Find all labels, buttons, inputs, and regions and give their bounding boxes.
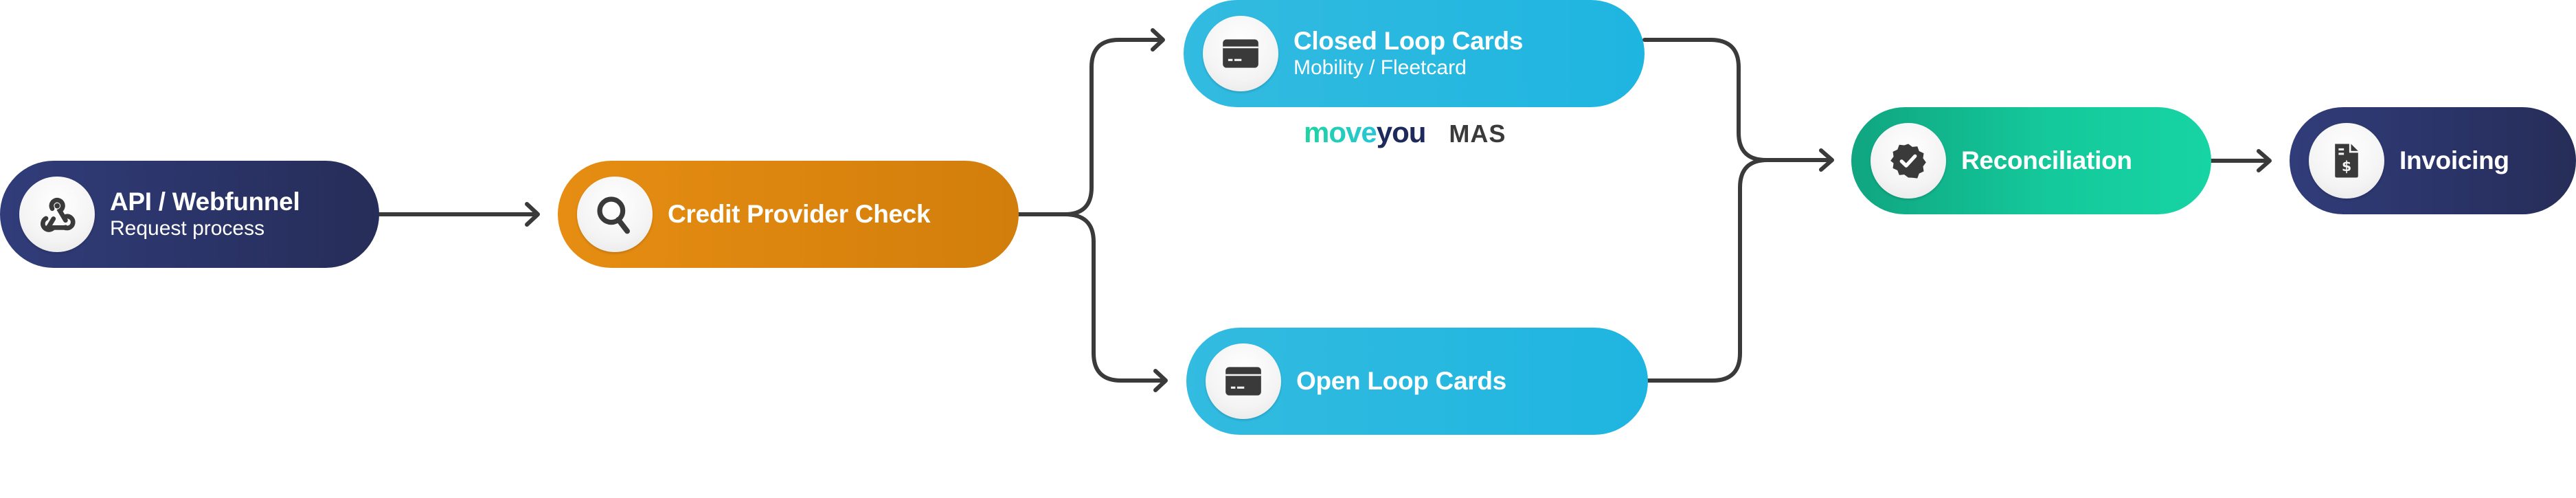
icon-badge <box>1203 16 1278 91</box>
node-subtitle: Request process <box>110 217 265 240</box>
moveyou-logo: moveyou <box>1304 116 1427 148</box>
node-title: API / Webfunnel <box>110 188 300 216</box>
node-title: Closed Loop Cards <box>1293 27 1524 55</box>
node-title: Reconciliation <box>1961 146 2132 174</box>
moveyou-logo-part1: move <box>1304 116 1377 148</box>
edge-credit-to-closed <box>1017 38 1164 216</box>
partner-logos: moveyou MAS <box>1304 117 1506 150</box>
icon-badge <box>577 177 653 252</box>
icon-badge <box>1871 123 1946 199</box>
invoice-dollar-icon: $ <box>2335 144 2358 178</box>
node-open-loop-cards[interactable]: Open Loop Cards <box>1186 328 1648 435</box>
icon-badge <box>19 177 95 252</box>
edge-credit-to-open <box>1063 212 1167 383</box>
search-icon <box>597 196 630 234</box>
verified-badge-icon <box>1890 144 1926 179</box>
node-reconciliation[interactable]: Reconciliation <box>1851 107 2211 214</box>
webhook-icon <box>41 198 76 232</box>
mas-logo: MAS <box>1449 120 1506 148</box>
edge-open-to-recon <box>1646 158 1770 383</box>
credit-card-icon <box>1225 367 1261 396</box>
edge-closed-to-recon <box>1642 38 1833 162</box>
node-credit-provider-check[interactable]: Credit Provider Check <box>558 161 1019 268</box>
node-title: Open Loop Cards <box>1296 367 1506 395</box>
icon-badge <box>1206 343 1281 419</box>
moveyou-logo-part2: you <box>1376 116 1427 148</box>
node-closed-loop-cards[interactable]: Closed Loop Cards Mobility / Fleetcard <box>1184 0 1645 107</box>
node-api-webfunnel[interactable]: API / Webfunnel Request process <box>0 161 379 268</box>
node-invoicing[interactable]: $ Invoicing <box>2290 107 2576 214</box>
credit-card-icon <box>1223 39 1258 68</box>
svg-text:$: $ <box>2342 158 2351 174</box>
node-title: Credit Provider Check <box>668 200 931 228</box>
icon-badge: $ <box>2309 123 2384 199</box>
node-subtitle: Mobility / Fleetcard <box>1293 56 1467 79</box>
node-title: Invoicing <box>2399 146 2509 174</box>
